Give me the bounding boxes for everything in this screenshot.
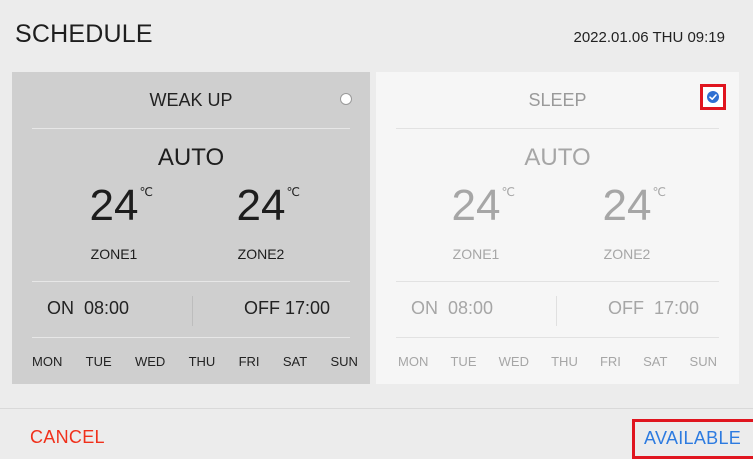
celsius-unit: ℃ [501, 185, 515, 199]
card-header: WEAK UP [12, 72, 370, 128]
time-divider [192, 296, 193, 326]
day-list: MON TUE WED THU FRI SAT SUN [12, 354, 370, 372]
header: SCHEDULE 2022.01.06 THU 09:19 [0, 0, 753, 72]
day-sun: SUN [330, 354, 358, 369]
schedule-card-weak-up[interactable]: WEAK UP AUTO 24 ℃ ZONE1 24 ℃ ZONE2 ON 08:0… [12, 72, 370, 384]
day-wed: WED [498, 354, 529, 369]
on-time: ON 08:00 [47, 298, 130, 318]
time-divider [556, 296, 557, 326]
time-row: ON 08:00 OFF 17:00 [376, 296, 739, 326]
cancel-button[interactable]: CANCEL [30, 427, 105, 448]
date-time: 2022.01.06 THU 09:19 [573, 29, 725, 46]
day-sat: SAT [643, 354, 668, 369]
zone2-temp-block: 24 ℃ ZONE2 [206, 181, 316, 263]
schedule-card-sleep[interactable]: SLEEP AUTO 24 ℃ ZONE1 24 ℃ ZONE2 ON 08:00 … [376, 72, 739, 384]
mode-label: AUTO [524, 144, 591, 171]
day-thu: THU [551, 354, 578, 369]
day-fri: FRI [238, 354, 260, 369]
day-mon: MON [32, 354, 63, 369]
celsius-unit: ℃ [286, 185, 300, 199]
zone-label: ZONE1 [452, 246, 500, 262]
zone-label: ZONE2 [237, 246, 285, 262]
footer-divider [0, 408, 753, 409]
celsius-unit: ℃ [652, 185, 666, 199]
page-title: SCHEDULE [15, 20, 153, 48]
day-mon: MON [398, 354, 429, 369]
radio-empty-icon[interactable] [340, 93, 352, 105]
temperature-value: 24 ℃ [602, 181, 666, 230]
off-time: OFF 17:00 [243, 298, 330, 318]
time-row: ON 08:00 OFF 17:00 [12, 296, 370, 326]
zone1-temp-block: 24 ℃ ZONE1 [421, 181, 531, 263]
day-tue: TUE [450, 354, 477, 369]
divider [32, 337, 350, 338]
footer: CANCEL AVAILABLE [0, 384, 753, 459]
checkmark-circle-icon [707, 91, 719, 103]
temperature-value: 24 ℃ [236, 181, 300, 230]
day-tue: TUE [85, 354, 112, 369]
day-sun: SUN [689, 354, 717, 369]
on-time: ON 08:00 [411, 298, 494, 318]
zone2-temp-block: 24 ℃ ZONE2 [572, 181, 682, 263]
zone1-temp-block: 24 ℃ ZONE1 [59, 181, 169, 263]
card-header: SLEEP [376, 72, 739, 128]
day-fri: FRI [599, 354, 621, 369]
divider [32, 128, 350, 129]
day-thu: THU [188, 354, 216, 369]
off-time: OFF 17:00 [607, 298, 699, 318]
selected-checkbox[interactable] [700, 84, 726, 110]
day-wed: WED [134, 354, 166, 369]
schedule-name: SLEEP [528, 90, 587, 110]
celsius-unit: ℃ [139, 185, 153, 199]
day-sat: SAT [282, 354, 308, 369]
available-button[interactable]: AVAILABLE [632, 419, 753, 459]
divider [396, 128, 719, 129]
day-list: MON TUE WED THU FRI SAT SUN [376, 354, 739, 372]
zone-label: ZONE1 [90, 246, 138, 262]
temperature-value: 24 ℃ [451, 181, 515, 230]
schedule-name: WEAK UP [149, 90, 233, 110]
divider [32, 281, 350, 282]
divider [396, 337, 719, 338]
mode-label: AUTO [157, 144, 225, 171]
zone-label: ZONE2 [603, 246, 651, 262]
divider [396, 281, 719, 282]
temperature-value: 24 ℃ [89, 181, 153, 230]
